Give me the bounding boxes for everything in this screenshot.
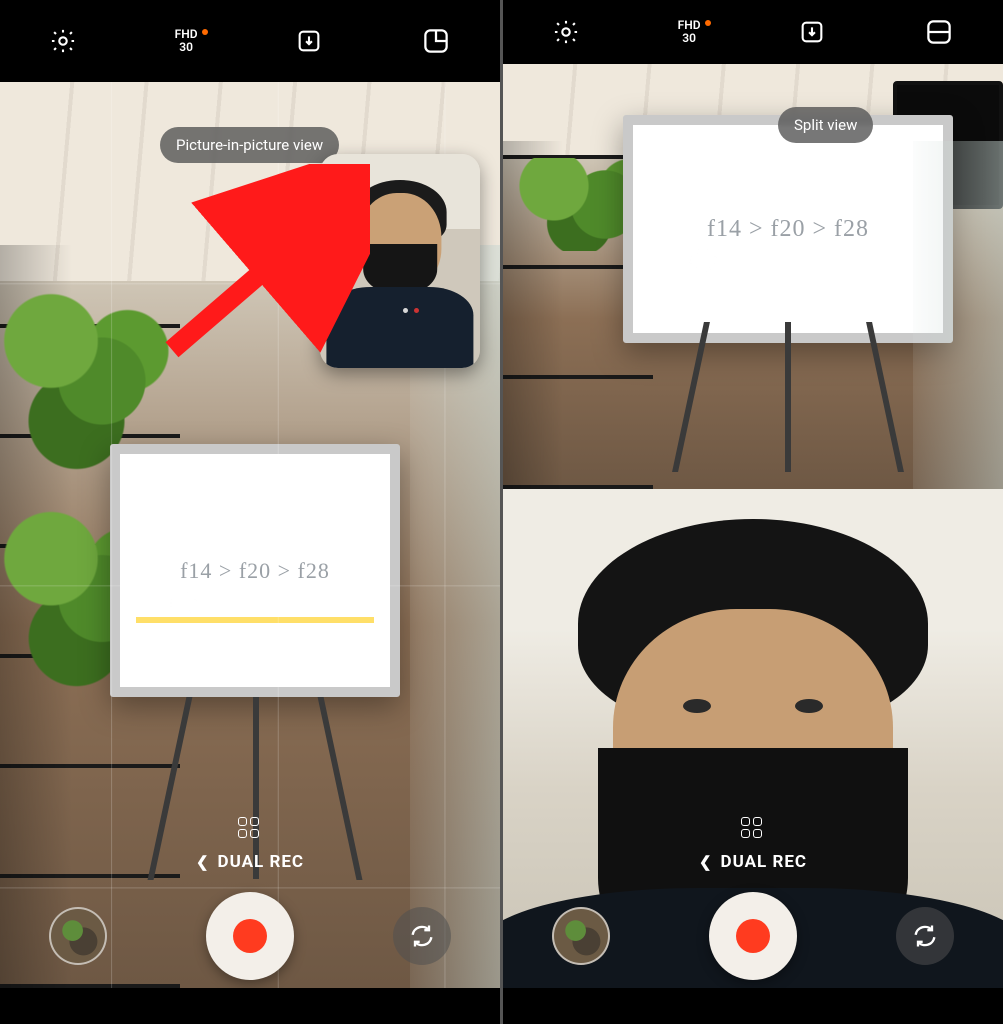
split-top-rear-camera[interactable]: f14 > f20 > f28 Split view	[503, 64, 1003, 489]
layout-tooltip: Split view	[778, 107, 873, 143]
record-dot-icon	[233, 919, 267, 953]
viewfinder[interactable]: f14 > f20 > f28 Split view	[503, 64, 1003, 988]
focus-indicator-line	[136, 617, 374, 623]
layout-tooltip: Picture-in-picture view	[160, 127, 339, 163]
switch-camera-icon	[408, 922, 436, 950]
viewfinder[interactable]: f14 > f20 > f28 Picture-in-picture view	[0, 82, 500, 988]
switch-camera-button[interactable]	[393, 907, 451, 965]
settings-button[interactable]	[552, 18, 580, 46]
gear-icon	[49, 27, 77, 55]
record-dot-icon	[736, 919, 770, 953]
mode-label: DUAL REC	[721, 852, 808, 872]
scene-whiteboard-easel: f14 > f20 > f28	[623, 115, 953, 472]
resolution-toggle[interactable]: FHD 30	[175, 28, 198, 54]
chevron-left-icon: ❮	[196, 853, 210, 871]
camera-top-bar: FHD 30	[503, 0, 1003, 64]
effects-button[interactable]	[238, 817, 262, 838]
pip-person-body	[326, 287, 473, 368]
resolution-label-bottom: 30	[682, 32, 696, 45]
resolution-toggle[interactable]: FHD 30	[678, 19, 701, 45]
scene-glare	[689, 246, 717, 274]
save-location-button[interactable]	[295, 27, 323, 55]
controls-row	[503, 886, 1003, 982]
nav-bar-blackout	[0, 988, 500, 1024]
gallery-thumbnail[interactable]	[552, 907, 610, 965]
chevron-left-icon: ❮	[699, 853, 713, 871]
phone-screenshot-pip: FHD 30 f14 > f20 > f28	[0, 0, 500, 1024]
scene-easel-legs	[656, 322, 920, 472]
switch-camera-icon	[911, 922, 939, 950]
nav-bar-blackout	[503, 988, 1003, 1024]
camera-top-bar: FHD 30	[0, 0, 500, 82]
effects-button[interactable]	[741, 817, 765, 838]
resolution-indicator-dot	[705, 20, 711, 26]
effects-grid-icon	[238, 817, 262, 838]
gear-icon	[552, 18, 580, 46]
gallery-thumbnail[interactable]	[49, 907, 107, 965]
split-layout-icon	[924, 17, 954, 47]
save-location-button[interactable]	[798, 18, 826, 46]
mode-selector[interactable]: ❮ DUAL REC	[699, 852, 807, 872]
rear-camera-scene: f14 > f20 > f28	[503, 64, 1003, 489]
layout-toggle-button[interactable]	[924, 17, 954, 47]
whiteboard-text: f14 > f20 > f28	[707, 216, 869, 243]
mode-label: DUAL REC	[218, 852, 305, 872]
settings-button[interactable]	[49, 27, 77, 55]
viewfinder-bottom-overlay: ❮ DUAL REC	[0, 707, 500, 988]
whiteboard-text: f14 > f20 > f28	[180, 558, 330, 584]
resolution-indicator-dot	[202, 29, 208, 35]
controls-row	[0, 886, 500, 982]
pip-front-camera-tile[interactable]	[320, 154, 480, 367]
phone-screenshot-split: FHD 30 f14 > f	[503, 0, 1003, 1024]
switch-camera-button[interactable]	[896, 907, 954, 965]
mode-selector[interactable]: ❮ DUAL REC	[196, 852, 304, 872]
scene-whiteboard: f14 > f20 > f28	[623, 115, 953, 343]
record-button[interactable]	[206, 892, 294, 980]
record-button[interactable]	[709, 892, 797, 980]
effects-grid-icon	[741, 817, 765, 838]
scene-whiteboard: f14 > f20 > f28	[110, 444, 400, 696]
layout-toggle-button[interactable]	[421, 26, 451, 56]
scene-glare	[169, 589, 197, 617]
viewfinder-bottom-overlay: ❮ DUAL REC	[503, 674, 1003, 988]
download-box-icon	[798, 18, 826, 46]
pip-layout-icon	[421, 26, 451, 56]
download-box-icon	[295, 27, 323, 55]
resolution-label-bottom: 30	[179, 41, 193, 54]
